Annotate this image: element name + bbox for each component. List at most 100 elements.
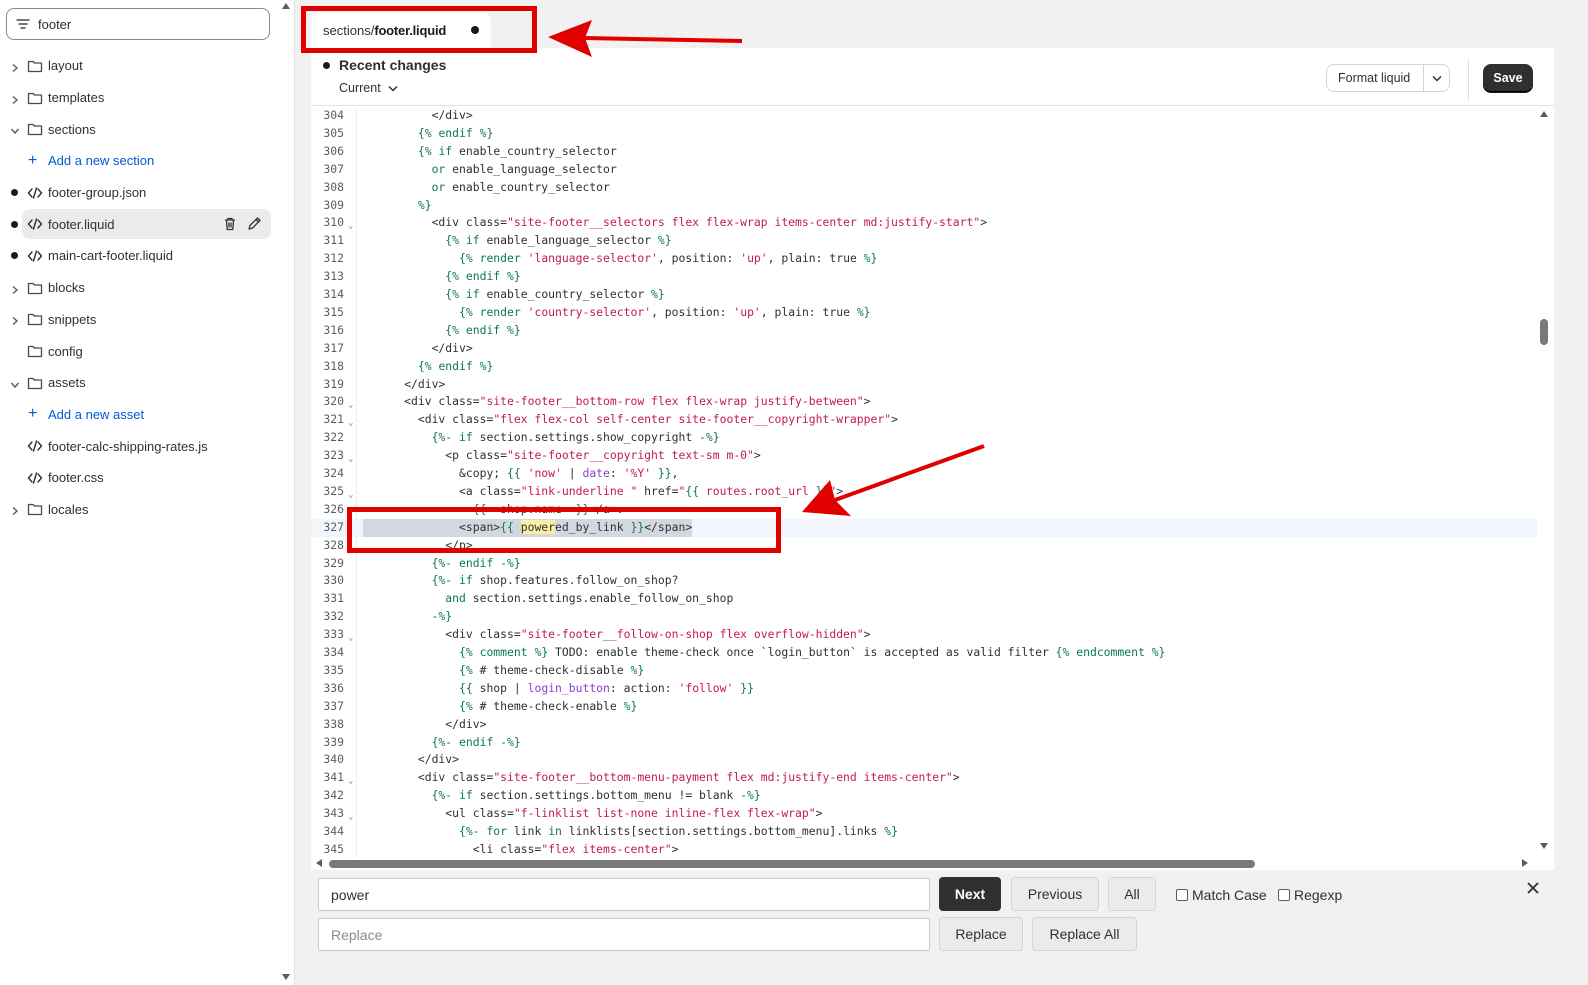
- regexp-checkbox[interactable]: Regexp: [1278, 887, 1342, 903]
- code-line[interactable]: 330 {%- if shop.features.follow_on_shop?: [311, 572, 1537, 590]
- code-line[interactable]: 305 {% endif %}: [311, 125, 1537, 143]
- folder-assets[interactable]: assets: [0, 367, 295, 399]
- code-line[interactable]: 307 or enable_language_selector: [311, 161, 1537, 179]
- file-footer-calc-shipping-rates-js[interactable]: footer-calc-shipping-rates.js: [0, 430, 295, 462]
- code-text: <div class="site-footer__bottom-menu-pay…: [363, 770, 960, 785]
- match-case-checkbox[interactable]: Match Case: [1176, 887, 1267, 903]
- format-liquid-button[interactable]: Format liquid: [1326, 64, 1450, 92]
- code-line[interactable]: 341 ⌄ <div class="site-footer__bottom-men…: [311, 769, 1537, 787]
- code-line[interactable]: 312 {% render 'language-selector', posit…: [311, 250, 1537, 268]
- chevron-right-icon[interactable]: [10, 314, 20, 326]
- scroll-right-arrow-icon[interactable]: [1521, 858, 1529, 868]
- line-number: 316: [323, 322, 344, 337]
- horizontal-scrollbar[interactable]: [311, 857, 1537, 870]
- code-line[interactable]: 340 </div>: [311, 751, 1537, 769]
- find-all-button[interactable]: All: [1108, 877, 1156, 911]
- code-line[interactable]: 319 </div>: [311, 376, 1537, 394]
- find-next-button[interactable]: Next: [939, 877, 1001, 911]
- chevron-right-icon[interactable]: [10, 93, 20, 104]
- code-text: {%- endif -%}: [431, 734, 521, 749]
- regexp-box[interactable]: [1278, 889, 1290, 901]
- code-line[interactable]: 333 ⌄ <div class="site-footer__follow-on-…: [311, 626, 1537, 644]
- format-options-toggle[interactable]: [1424, 75, 1449, 82]
- code-line[interactable]: 344 {%- for link in linklists[section.se…: [311, 823, 1537, 841]
- file-footer-group-json[interactable]: footer-group.json: [0, 177, 295, 209]
- trash-icon[interactable]: [222, 216, 238, 232]
- code-line[interactable]: 317 </div>: [311, 340, 1537, 358]
- scroll-down-arrow-icon[interactable]: [1539, 842, 1549, 850]
- code-line[interactable]: 308 or enable_country_selector: [311, 179, 1537, 197]
- code-line[interactable]: 335 {% # theme-check-disable %}: [311, 662, 1537, 680]
- chevron-right-icon[interactable]: [10, 283, 20, 294]
- code-line[interactable]: 313 {% endif %}: [311, 268, 1537, 286]
- code-line[interactable]: 342 {%- if section.settings.bottom_menu …: [311, 787, 1537, 805]
- code-text: &copy; {{ 'now' | date: '%Y' }},: [363, 466, 679, 480]
- code-line[interactable]: 304 </div>: [311, 107, 1537, 125]
- vertical-scrollbar[interactable]: [1537, 107, 1554, 857]
- folder-templates[interactable]: templates: [0, 82, 295, 114]
- code-line[interactable]: 322 {%- if section.settings.show_copyrig…: [311, 429, 1537, 447]
- scroll-up-arrow-icon[interactable]: [281, 2, 291, 10]
- code-line[interactable]: 309 %}: [311, 197, 1537, 215]
- folder-config[interactable]: config: [0, 335, 295, 367]
- folder-locales[interactable]: locales: [0, 494, 295, 526]
- line-number: 332: [323, 609, 344, 624]
- code-line[interactable]: 345 <li class="flex items-center">: [311, 841, 1537, 857]
- add-item-add-a-new-section[interactable]: + Add a new section: [0, 145, 295, 177]
- file-footer-css[interactable]: footer.css: [0, 462, 295, 494]
- code-line[interactable]: 331 and section.settings.enable_follow_o…: [311, 590, 1537, 608]
- code-line[interactable]: 329 {%- endif -%}: [311, 555, 1537, 573]
- code-area[interactable]: 304 </div> 305 {% endif %} 306 {% if enabl…: [311, 107, 1537, 857]
- file-search-box[interactable]: [6, 8, 270, 40]
- horizontal-scroll-thumb[interactable]: [329, 860, 1255, 868]
- match-case-box[interactable]: [1176, 889, 1188, 901]
- scroll-up-arrow-icon[interactable]: [1539, 110, 1549, 118]
- code-line[interactable]: 337 {% # theme-check-enable %}: [311, 698, 1537, 716]
- replace-all-button[interactable]: Replace All: [1032, 917, 1137, 951]
- code-line[interactable]: 314 {% if enable_country_selector %}: [311, 286, 1537, 304]
- scroll-down-arrow-icon[interactable]: [281, 973, 291, 981]
- chevron-right-icon[interactable]: [10, 61, 20, 72]
- code-line[interactable]: 318 {% endif %}: [311, 358, 1537, 376]
- scroll-left-arrow-icon[interactable]: [315, 858, 323, 868]
- code-line[interactable]: 316 {% endif %}: [311, 322, 1537, 340]
- folder-snippets[interactable]: snippets: [0, 304, 295, 336]
- code-line[interactable]: 306 {% if enable_country_selector: [311, 143, 1537, 161]
- code-line[interactable]: 323 ⌄ <p class="site-footer__copyright te…: [311, 447, 1537, 465]
- close-icon[interactable]: [1525, 880, 1541, 896]
- code-line[interactable]: 332 -%}: [311, 608, 1537, 626]
- line-number: 322: [323, 430, 344, 445]
- code-line[interactable]: 338 </div>: [311, 716, 1537, 734]
- code-line[interactable]: 311 {% if enable_language_selector %}: [311, 232, 1537, 250]
- code-line[interactable]: 325 ⌄ <a class="link-underline " href="{{…: [311, 483, 1537, 501]
- replace-input[interactable]: [318, 918, 930, 951]
- file-main-cart-footer-liquid[interactable]: main-cart-footer.liquid: [0, 240, 295, 272]
- find-previous-button[interactable]: Previous: [1011, 877, 1099, 911]
- code-line[interactable]: 310 ⌄ <div class="site-footer__selectors …: [311, 214, 1537, 232]
- pencil-icon[interactable]: [246, 216, 262, 232]
- replace-button[interactable]: Replace: [939, 917, 1023, 951]
- folder-layout[interactable]: layout: [0, 50, 295, 82]
- file-footer-liquid[interactable]: footer.liquid: [0, 208, 295, 240]
- folder-blocks[interactable]: blocks: [0, 272, 295, 304]
- code-line[interactable]: 321 ⌄ <div class="flex flex-col self-cent…: [311, 411, 1537, 429]
- version-select[interactable]: Current: [339, 81, 398, 95]
- code-text: </div>: [363, 716, 487, 731]
- file-search-input[interactable]: [38, 16, 238, 32]
- code-line[interactable]: 343 ⌄ <ul class="f-linklist list-none inl…: [311, 805, 1537, 823]
- add-item-add-a-new-asset[interactable]: + Add a new asset: [0, 399, 295, 431]
- code-line[interactable]: 336 {{ shop | login_button: action: 'fol…: [311, 680, 1537, 698]
- code-line[interactable]: 334 {% comment %} TODO: enable theme-che…: [311, 644, 1537, 662]
- save-button[interactable]: Save: [1483, 64, 1533, 92]
- folder-sections[interactable]: sections: [0, 113, 295, 145]
- version-select-value: Current: [339, 81, 381, 95]
- chevron-down-icon[interactable]: [10, 124, 20, 135]
- vertical-scroll-thumb[interactable]: [1540, 319, 1548, 345]
- code-line[interactable]: 339 {%- endif -%}: [311, 734, 1537, 752]
- code-line[interactable]: 324 &copy; {{ 'now' | date: '%Y' }},: [311, 465, 1537, 483]
- find-input[interactable]: [318, 878, 930, 911]
- chevron-right-icon[interactable]: [10, 504, 20, 516]
- chevron-down-icon[interactable]: [10, 378, 20, 388]
- code-line[interactable]: 320 ⌄ <div class="site-footer__bottom-row…: [311, 393, 1537, 411]
- code-line[interactable]: 315 {% render 'country-selector', positi…: [311, 304, 1537, 322]
